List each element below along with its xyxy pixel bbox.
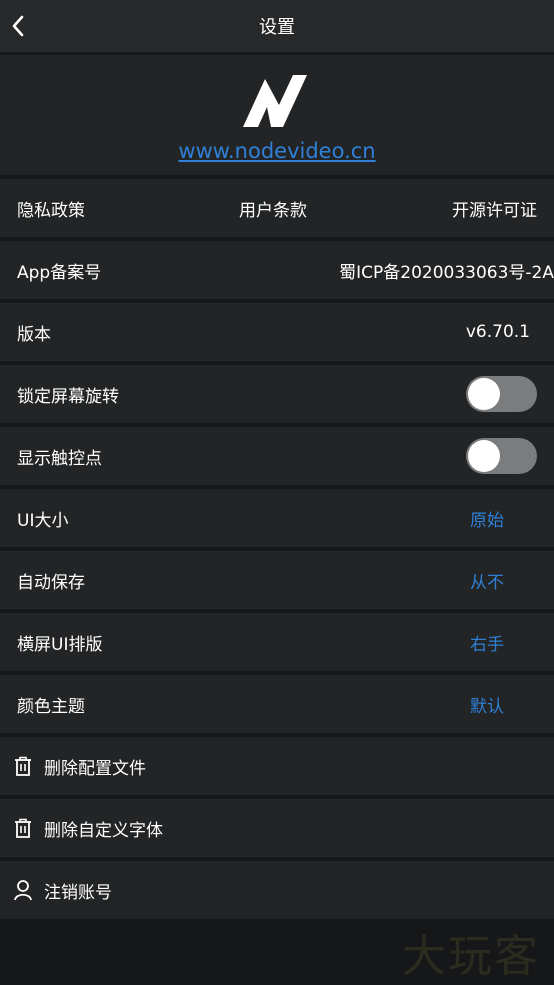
- legal-links-row: 隐私政策 用户条款 开源许可证: [0, 179, 554, 237]
- landscape-layout-row[interactable]: 横屏UI排版 右手: [0, 613, 554, 671]
- chevron-left-icon: [12, 15, 24, 37]
- delete-fonts-row[interactable]: 删除自定义字体: [0, 799, 554, 857]
- watermark: 大玩客: [402, 931, 540, 982]
- user-icon: [14, 880, 32, 901]
- autosave-value[interactable]: 从不: [470, 568, 504, 593]
- logo-section: www.nodevideo.cn: [0, 55, 554, 175]
- color-theme-label: 颜色主题: [17, 696, 85, 717]
- version-label: 版本: [17, 324, 51, 345]
- icp-row: App备案号 蜀ICP备2020033063号-2A: [0, 241, 554, 299]
- version-value: v6.70.1: [465, 322, 530, 342]
- ui-size-value[interactable]: 原始: [470, 506, 504, 531]
- icp-label: App备案号: [17, 262, 102, 283]
- show-touches-row: 显示触控点: [0, 427, 554, 485]
- landscape-layout-value[interactable]: 右手: [470, 630, 504, 655]
- delete-config-label: 删除配置文件: [44, 758, 146, 779]
- version-row: 版本 v6.70.1: [0, 303, 554, 361]
- landscape-layout-label: 横屏UI排版: [17, 634, 103, 655]
- color-theme-value[interactable]: 默认: [470, 692, 504, 717]
- lock-rotation-label: 锁定屏幕旋转: [17, 386, 119, 407]
- privacy-policy-link[interactable]: 隐私政策: [17, 196, 85, 221]
- color-theme-row[interactable]: 颜色主题 默认: [0, 675, 554, 733]
- trash-icon: [15, 818, 31, 838]
- autosave-row[interactable]: 自动保存 从不: [0, 551, 554, 609]
- toggle-knob: [468, 378, 500, 410]
- show-touches-label: 显示触控点: [17, 448, 102, 469]
- show-touches-toggle[interactable]: [466, 438, 537, 474]
- terms-of-use-link[interactable]: 用户条款: [239, 196, 307, 221]
- cancel-account-row[interactable]: 注销账号: [0, 861, 554, 919]
- website-link[interactable]: www.nodevideo.cn: [0, 139, 554, 163]
- top-bar: 设置: [0, 0, 554, 52]
- page-title: 设置: [259, 17, 295, 38]
- open-source-license-link[interactable]: 开源许可证: [452, 196, 537, 221]
- delete-config-row[interactable]: 删除配置文件: [0, 737, 554, 795]
- trash-icon: [15, 756, 31, 776]
- cancel-account-label: 注销账号: [44, 882, 112, 903]
- ui-size-label: UI大小: [17, 510, 69, 531]
- icp-value: 蜀ICP备2020033063号-2A: [339, 262, 554, 283]
- back-button[interactable]: [4, 12, 32, 40]
- autosave-label: 自动保存: [17, 572, 85, 593]
- lock-rotation-row: 锁定屏幕旋转: [0, 365, 554, 423]
- ui-size-row[interactable]: UI大小 原始: [0, 489, 554, 547]
- lock-rotation-toggle[interactable]: [466, 376, 537, 412]
- nodevideo-logo-icon: [243, 75, 307, 127]
- delete-fonts-label: 删除自定义字体: [44, 820, 163, 841]
- toggle-knob: [468, 440, 500, 472]
